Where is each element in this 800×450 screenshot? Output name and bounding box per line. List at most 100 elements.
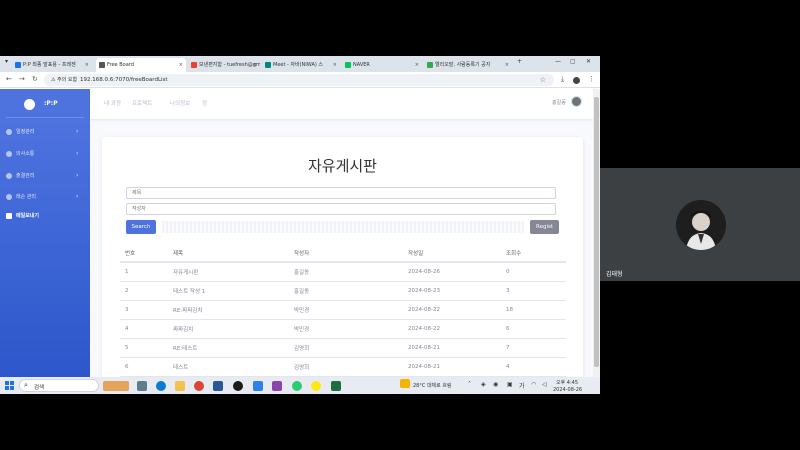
nav-link-project[interactable]: 프로젝트: [132, 99, 152, 107]
cell-views: 4: [501, 357, 566, 377]
tab-close-icon[interactable]: ×: [333, 58, 337, 72]
browser-tab[interactable]: 엘리오발, 사람동록기 공지 ×: [424, 58, 512, 72]
vscode-icon[interactable]: [253, 381, 263, 391]
cell-title[interactable]: 테스트 작성 1: [168, 281, 289, 301]
weather-icon[interactable]: [400, 379, 410, 388]
search-icon: ⌕: [24, 381, 28, 389]
sidebar-item-mail[interactable]: 메일보내기: [0, 209, 90, 223]
file-explorer-icon[interactable]: [175, 381, 185, 391]
maximize-icon[interactable]: ▢: [570, 58, 576, 65]
windows-start-icon[interactable]: [5, 381, 14, 390]
nav-link-my-course[interactable]: 내 과정: [104, 99, 121, 107]
tab-close-icon[interactable]: ×: [253, 58, 257, 72]
close-window-icon[interactable]: ✕: [586, 58, 591, 65]
chrome-icon[interactable]: [194, 381, 204, 391]
table-row[interactable]: 1 자유게시판 홍길동 2024-08-26 0: [120, 262, 566, 282]
cell-title[interactable]: 자유게시판: [168, 262, 289, 282]
taskbar-search[interactable]: ⌕ 검색: [19, 379, 99, 392]
menu-icon[interactable]: ⋮: [588, 75, 595, 83]
cell-date: 2024-08-21: [403, 357, 501, 377]
bookmark-star-icon[interactable]: ☆: [540, 74, 546, 86]
excel-icon[interactable]: [331, 381, 341, 391]
sidebar-item-label: 출결관리: [16, 173, 35, 179]
cell-author: 박민경: [289, 319, 403, 339]
tray-app-icon[interactable]: ◈: [481, 381, 486, 388]
sidebar-item[interactable]: 의사소통 ›: [0, 147, 90, 161]
kakaotalk-icon[interactable]: [311, 381, 321, 391]
table-row[interactable]: 6 테스트 김영희 2024-08-21 4: [120, 357, 566, 377]
reload-icon[interactable]: ↻: [32, 75, 38, 83]
cell-author: 홍길동: [289, 262, 403, 282]
nav-link-extra[interactable]: 정: [202, 99, 207, 107]
cell-date: 2024-08-23: [403, 281, 501, 301]
wifi-icon[interactable]: ◠: [531, 381, 536, 388]
volume-icon[interactable]: ◁: [542, 381, 547, 388]
scrollbar-thumb[interactable]: [594, 97, 599, 367]
browser-tab[interactable]: Free Board ×: [96, 58, 186, 72]
tab-label: 보낸편지함 - tuefresh@gm: [199, 62, 260, 68]
user-avatar[interactable]: [571, 96, 582, 107]
app-icon[interactable]: [213, 381, 223, 391]
tab-close-icon[interactable]: ×: [505, 58, 509, 72]
regist-button[interactable]: Regist: [530, 220, 559, 234]
top-navbar: 내 과정 프로젝트 나의정보 정 홍길동: [90, 89, 593, 119]
tray-chevron-icon[interactable]: ˄: [468, 381, 471, 388]
tray-app-icon[interactable]: ▣: [507, 381, 513, 388]
menu-item-icon: [6, 194, 12, 200]
edge-icon[interactable]: [156, 381, 166, 391]
weather-text[interactable]: 28°C 대체로 흐림: [413, 382, 452, 389]
back-icon[interactable]: ←: [6, 75, 12, 83]
security-warning[interactable]: ⚠ 주의 요함: [48, 76, 80, 84]
cell-number: 1: [120, 262, 168, 282]
clock-time[interactable]: 오후 4:45: [556, 379, 578, 386]
forward-icon[interactable]: →: [19, 75, 25, 83]
table-row[interactable]: 2 테스트 작성 1 홍길동 2024-08-23 3: [120, 281, 566, 301]
table-row[interactable]: 4 짜짜김치 박민경 2024-08-22 6: [120, 319, 566, 339]
cell-title[interactable]: RE:짜짜김치: [168, 300, 289, 320]
sidebar-item[interactable]: 일정관리 ›: [0, 125, 90, 139]
user-name[interactable]: 홍길동: [552, 99, 566, 106]
url-field[interactable]: ⚠ 주의 요함 192.168.0.6:7070/freeBoardList ☆: [44, 74, 554, 86]
brand[interactable]: :P:P: [0, 97, 90, 113]
cell-number: 4: [120, 319, 168, 339]
download-icon[interactable]: ⤓: [561, 75, 564, 84]
cell-title[interactable]: 짜짜김치: [168, 319, 289, 339]
sidebar-item[interactable]: 출결관리 ›: [0, 169, 90, 183]
tab-close-icon[interactable]: ×: [179, 58, 183, 72]
web-page: :P:P 일정관리 › 의사소통 › 출결관리 › 레슨 관리 › 메일보내기 내 과정 프로…: [0, 89, 593, 393]
tray-app-icon[interactable]: ◉: [493, 381, 498, 388]
tab-list-icon[interactable]: ▾: [5, 58, 8, 65]
app-icon[interactable]: [272, 381, 282, 391]
tab-bar: ▾ P:P 최종 발표용 - 프레젠 × Free Board × 보낸편지함 - tu…: [0, 56, 600, 72]
table-row[interactable]: 3 RE:짜짜김치 박민경 2024-08-22 18: [120, 300, 566, 320]
author-search-input[interactable]: [126, 203, 556, 215]
app-icon[interactable]: [292, 381, 302, 391]
title-search-input[interactable]: [126, 187, 556, 199]
browser-tab[interactable]: NAVER ×: [342, 58, 422, 72]
app-icon[interactable]: [233, 381, 243, 391]
cell-title[interactable]: RE:테스트: [168, 338, 289, 358]
tab-favicon-icon: [265, 62, 271, 68]
new-tab-button[interactable]: +: [517, 58, 522, 65]
ime-icon[interactable]: 가: [519, 381, 525, 390]
nav-link-my-info[interactable]: 나의정보: [170, 99, 190, 107]
tab-close-icon[interactable]: ×: [85, 58, 89, 72]
table-row[interactable]: 5 RE:테스트 김영희 2024-08-21 7: [120, 338, 566, 358]
minimize-icon[interactable]: —: [555, 58, 561, 65]
board-table: 번호 제목 작성자 작성일 조회수 1 자유게시판 홍길동 2024-08-26 0 2 테…: [120, 245, 566, 377]
cell-title[interactable]: 테스트: [168, 357, 289, 377]
clock-date[interactable]: 2024-08-26: [553, 387, 582, 393]
task-view-icon[interactable]: [137, 381, 147, 391]
cell-date: 2024-08-22: [403, 319, 501, 339]
cell-author: 박민경: [289, 300, 403, 320]
browser-tab[interactable]: 보낸편지함 - tuefresh@gm ×: [188, 58, 260, 72]
address-bar-row: ← → ↻ ⚠ 주의 요함 192.168.0.6:7070/freeBoard…: [0, 72, 600, 88]
sidebar-item[interactable]: 레슨 관리 ›: [0, 190, 90, 204]
cat-widget-icon[interactable]: [103, 381, 129, 391]
tab-close-icon[interactable]: ×: [415, 58, 419, 72]
search-button[interactable]: Search: [126, 220, 156, 234]
browser-tab[interactable]: Meet - 자바(NIWA) 스 ×: [262, 58, 340, 72]
profile-icon[interactable]: [573, 77, 580, 84]
page-scrollbar[interactable]: [593, 89, 600, 393]
browser-tab[interactable]: P:P 최종 발표용 - 프레젠 ×: [12, 58, 92, 72]
